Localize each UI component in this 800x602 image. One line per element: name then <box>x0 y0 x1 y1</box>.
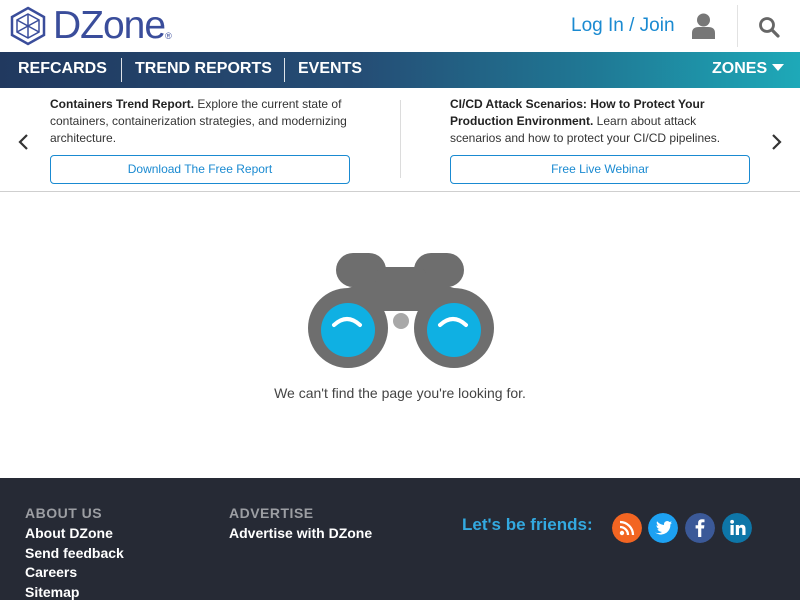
promo-divider <box>400 100 401 178</box>
main-nav: REFCARDS TREND REPORTS EVENTS ZONES <box>0 52 800 88</box>
search-icon[interactable] <box>758 16 780 38</box>
footer-link-careers[interactable]: Careers <box>25 563 124 583</box>
site-header: DZone ® Log In / Join <box>0 0 800 52</box>
header-divider <box>737 5 738 47</box>
not-found-message: We can't find the page you're looking fo… <box>0 385 800 401</box>
promo-card: CI/CD Attack Scenarios: How to Protect Y… <box>450 96 750 147</box>
user-icon[interactable] <box>691 13 716 39</box>
chevron-left-icon[interactable] <box>16 132 30 152</box>
nav-separator <box>284 58 285 82</box>
zones-label: ZONES <box>712 60 767 77</box>
logo-text: DZone <box>53 5 165 47</box>
nav-refcards[interactable]: REFCARDS <box>18 52 107 88</box>
chevron-right-icon[interactable] <box>770 132 784 152</box>
footer-link-sitemap[interactable]: Sitemap <box>25 583 124 602</box>
footer-link-send-feedback[interactable]: Send feedback <box>25 544 124 564</box>
footer-link-advertise[interactable]: Advertise with DZone <box>229 524 372 544</box>
promo-carousel: Containers Trend Report. Explore the cur… <box>0 88 800 192</box>
promo-description: Containers Trend Report. Explore the cur… <box>50 96 350 147</box>
promo-title[interactable]: Containers Trend Report. <box>50 97 194 111</box>
rss-icon[interactable] <box>612 513 642 543</box>
login-join-link[interactable]: Log In / Join <box>571 15 675 37</box>
nav-events[interactable]: EVENTS <box>298 52 362 88</box>
promo-description: CI/CD Attack Scenarios: How to Protect Y… <box>450 96 750 147</box>
promo-card: Containers Trend Report. Explore the cur… <box>50 96 350 147</box>
dzone-logo[interactable]: DZone ® <box>9 5 194 47</box>
caret-down-icon <box>772 64 784 71</box>
linkedin-icon[interactable] <box>722 513 752 543</box>
footer-advertise-column: ADVERTISE Advertise with DZone <box>229 505 372 544</box>
logo-registered-mark: ® <box>165 31 172 41</box>
nav-trend-reports[interactable]: TREND REPORTS <box>135 52 272 88</box>
free-webinar-button[interactable]: Free Live Webinar <box>450 155 750 184</box>
footer-heading-about: ABOUT US <box>25 505 124 524</box>
dzone-logo-icon <box>9 6 47 46</box>
twitter-icon[interactable] <box>648 513 678 543</box>
nav-separator <box>121 58 122 82</box>
site-footer: ABOUT US About DZone Send feedback Caree… <box>0 478 800 600</box>
footer-heading-advertise: ADVERTISE <box>229 505 372 524</box>
binoculars-icon <box>306 251 496 369</box>
facebook-icon[interactable] <box>685 513 715 543</box>
social-label: Let's be friends: <box>462 515 593 535</box>
footer-about-column: ABOUT US About DZone Send feedback Caree… <box>25 505 124 602</box>
footer-link-about-dzone[interactable]: About DZone <box>25 524 124 544</box>
download-report-button[interactable]: Download The Free Report <box>50 155 350 184</box>
zones-dropdown[interactable]: ZONES <box>712 52 784 88</box>
